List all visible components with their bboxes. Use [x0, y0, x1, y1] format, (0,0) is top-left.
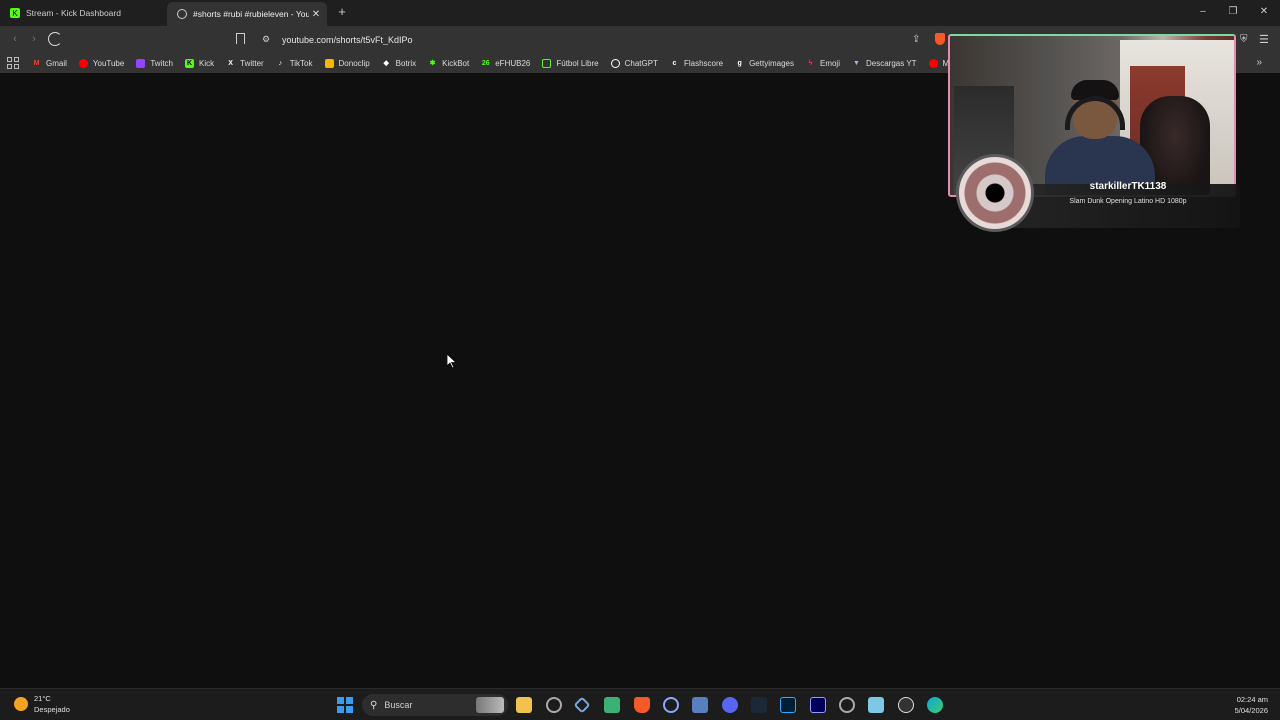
back-button[interactable]: ‹: [8, 32, 22, 46]
photoshop-icon[interactable]: [780, 697, 796, 713]
webcam-overlay: starkillerTK1138 Slam Dunk Opening Latin…: [948, 34, 1240, 232]
notepad-icon[interactable]: [868, 697, 884, 713]
twitch-icon: [136, 58, 146, 68]
futbol-icon: [542, 58, 552, 68]
weather-widget[interactable]: 21°C Despejado: [14, 693, 70, 715]
clock-date: 5/04/2026: [1234, 706, 1268, 715]
apps-grid-icon[interactable]: [6, 56, 20, 70]
system-clock[interactable]: 02:24 am 5/04/2026: [1235, 694, 1268, 716]
app-icon[interactable]: [663, 697, 679, 713]
getty-icon: g: [737, 59, 742, 67]
site-info-icon[interactable]: ⚙: [262, 34, 276, 45]
x-icon: X: [228, 59, 233, 67]
weather-sun-icon: [14, 697, 28, 711]
edge-icon[interactable]: [927, 697, 943, 713]
bookmark-flashscore[interactable]: c Flashscore: [670, 59, 724, 68]
vpn-shield-icon[interactable]: ⛨: [1240, 34, 1248, 45]
bookmark-kick[interactable]: K Kick: [185, 58, 214, 68]
media-player-icon[interactable]: [898, 697, 914, 713]
taskbar-search[interactable]: ⚲ Buscar: [362, 694, 508, 716]
address-bar[interactable]: ⚙: [256, 29, 946, 50]
premiere-icon[interactable]: [810, 697, 826, 713]
url-input[interactable]: [282, 34, 882, 45]
emoji-icon: ϟ: [808, 59, 813, 67]
weather-temp: 21°C: [34, 694, 51, 703]
album-disc-icon: [956, 154, 1034, 232]
tiktok-icon: ♪: [278, 59, 282, 67]
chatgpt-icon: [610, 58, 620, 68]
restore-button[interactable]: ❐: [1223, 6, 1243, 17]
search-placeholder: Buscar: [384, 700, 413, 710]
file-explorer-icon[interactable]: [516, 697, 532, 713]
tab-youtube-shorts[interactable]: #shorts #rubi #rubieleven - YouT ✕: [167, 2, 327, 26]
gmail-icon: M: [33, 59, 40, 67]
tab-strip: K Stream - Kick Dashboard #shorts #rubi …: [0, 0, 1280, 26]
flashscore-icon: c: [672, 59, 677, 67]
app-icon[interactable]: [573, 696, 591, 714]
now-playing-song: Slam Dunk Opening Latino HD 1080p: [1069, 198, 1187, 205]
donoclip-icon: [324, 58, 334, 68]
calculator-icon[interactable]: [692, 697, 708, 713]
mouse-cursor-icon: [447, 354, 457, 369]
forward-button[interactable]: ›: [27, 32, 41, 46]
discord-icon[interactable]: [722, 697, 738, 713]
bookmark-tiktok[interactable]: ♪ TikTok: [276, 59, 312, 68]
app-icon[interactable]: [546, 697, 562, 713]
start-button[interactable]: [337, 697, 353, 713]
search-highlight-image: [476, 697, 504, 713]
brave-browser-icon[interactable]: [634, 697, 650, 713]
bookmark-twitter[interactable]: X Twitter: [226, 59, 263, 68]
close-window-button[interactable]: ✕: [1254, 6, 1274, 17]
bookmark-gmail[interactable]: M Gmail: [32, 59, 67, 68]
now-playing-username: starkillerTK1138: [1089, 181, 1167, 192]
more-bookmarks-icon[interactable]: »: [1256, 57, 1262, 68]
botrix-icon: ◆: [383, 60, 389, 67]
globe-icon: [177, 9, 187, 19]
share-icon[interactable]: ⇪: [912, 34, 920, 45]
new-tab-button[interactable]: +: [334, 4, 350, 20]
youtube-icon: [78, 58, 88, 68]
menu-icon[interactable]: ☰: [1259, 33, 1269, 46]
bookmark-gettyimages[interactable]: g Gettyimages: [735, 59, 794, 68]
tab-kick-dashboard[interactable]: K Stream - Kick Dashboard: [0, 0, 165, 26]
bookmark-youtube[interactable]: YouTube: [78, 58, 124, 68]
bookmark-emoji[interactable]: ϟ Emoji: [806, 59, 840, 68]
kick-icon: K: [185, 58, 194, 68]
efhub-icon: 26: [481, 59, 490, 67]
close-tab-icon[interactable]: ✕: [309, 9, 323, 20]
tab-label: #shorts #rubi #rubieleven - YouT: [193, 9, 309, 19]
brave-shields-icon[interactable]: [935, 33, 945, 45]
bookmark-efhub26[interactable]: 26 eFHUB26: [481, 59, 531, 68]
minimize-button[interactable]: –: [1193, 6, 1213, 17]
settings-gear-icon[interactable]: [839, 697, 855, 713]
tab-label: Stream - Kick Dashboard: [26, 8, 121, 18]
download-icon: ▼: [853, 59, 860, 67]
app-icon[interactable]: [604, 697, 620, 713]
steam-icon[interactable]: [751, 697, 767, 713]
bookmark-futbol-libre[interactable]: Fútbol Libre: [542, 58, 599, 68]
bookmark-donoclip[interactable]: Donoclip: [324, 58, 370, 68]
bookmark-twitch[interactable]: Twitch: [136, 58, 173, 68]
bookmark-descargas-yt[interactable]: ▼ Descargas YT: [852, 59, 917, 68]
stop-loading-icon[interactable]: [48, 32, 62, 46]
kickbot-icon: ✱: [429, 60, 436, 67]
youtube-icon: [928, 58, 938, 68]
bookmark-icon[interactable]: [236, 33, 245, 44]
bookmark-kickbot[interactable]: ✱ KickBot: [428, 59, 470, 68]
bookmark-chatgpt[interactable]: ChatGPT: [610, 58, 658, 68]
search-icon: ⚲: [370, 699, 378, 711]
kick-icon: K: [10, 8, 20, 18]
clock-time: 02:24 am: [1236, 695, 1268, 704]
taskbar: 21°C Despejado ⚲ Buscar 02:24 am 5/04/20…: [0, 688, 1280, 720]
weather-desc: Despejado: [34, 705, 70, 714]
bookmark-botrix[interactable]: ◆ Botrix: [382, 59, 416, 68]
